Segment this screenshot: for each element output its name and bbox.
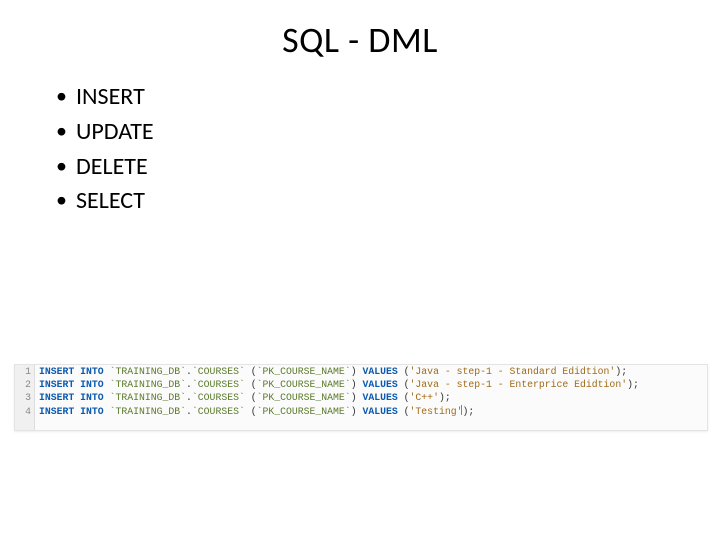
db-identifier: `TRAINING_DB` [110, 366, 186, 377]
keyword-values: VALUES [362, 406, 397, 417]
keyword-insert: INSERT [39, 392, 74, 403]
code-text [35, 418, 708, 430]
keyword-values: VALUES [362, 392, 397, 403]
keyword-into: INTO [80, 392, 104, 403]
table-identifier: `COURSES` [192, 379, 245, 390]
string-literal: 'Testing' [410, 406, 463, 417]
line-number: 2 [15, 378, 35, 391]
db-identifier: `TRAINING_DB` [110, 379, 186, 390]
paren-close: ) [351, 406, 357, 417]
line-number: 3 [15, 391, 35, 404]
paren-close: ) [351, 366, 357, 377]
string-literal: 'Java - step-1 - Standard Edidtion' [410, 366, 616, 377]
keyword-values: VALUES [362, 366, 397, 377]
code-line: 4 INSERT INTO `TRAINING_DB`.`COURSES` (`… [15, 405, 707, 418]
slide: SQL - DML INSERT UPDATE DELETE SELECT 1 … [0, 18, 720, 540]
bullet-item-delete: DELETE [56, 150, 720, 185]
paren-close: ) [351, 379, 357, 390]
code-blank-line [15, 418, 707, 430]
keyword-values: VALUES [362, 379, 397, 390]
code-text: INSERT INTO `TRAINING_DB`.`COURSES` (`PK… [35, 365, 708, 378]
string-literal: 'Java - step-1 - Enterprice Edidtion' [410, 379, 628, 390]
column-identifier: `PK_COURSE_NAME` [257, 406, 351, 417]
keyword-into: INTO [80, 379, 104, 390]
line-number: 4 [15, 405, 35, 418]
terminator: ); [615, 366, 627, 377]
code-line: 1 INSERT INTO `TRAINING_DB`.`COURSES` (`… [15, 365, 707, 378]
bullet-item-update: UPDATE [56, 115, 720, 150]
line-number: 1 [15, 365, 35, 378]
sql-editor: 1 INSERT INTO `TRAINING_DB`.`COURSES` (`… [14, 364, 708, 431]
keyword-into: INTO [80, 366, 104, 377]
code-line: 3 INSERT INTO `TRAINING_DB`.`COURSES` (`… [15, 391, 707, 404]
terminator: ); [462, 406, 474, 417]
page-title: SQL - DML [0, 18, 720, 62]
bullet-list: INSERT UPDATE DELETE SELECT [56, 80, 720, 219]
line-number [15, 418, 35, 430]
keyword-insert: INSERT [39, 366, 74, 377]
bullet-item-select: SELECT [56, 184, 720, 219]
db-identifier: `TRAINING_DB` [110, 392, 186, 403]
table-identifier: `COURSES` [192, 366, 245, 377]
code-text: INSERT INTO `TRAINING_DB`.`COURSES` (`PK… [35, 391, 708, 404]
code-table: 1 INSERT INTO `TRAINING_DB`.`COURSES` (`… [15, 365, 707, 430]
column-identifier: `PK_COURSE_NAME` [257, 379, 351, 390]
string-literal: 'C++' [410, 392, 439, 403]
keyword-insert: INSERT [39, 406, 74, 417]
db-identifier: `TRAINING_DB` [110, 406, 186, 417]
code-text: INSERT INTO `TRAINING_DB`.`COURSES` (`PK… [35, 378, 708, 391]
code-line: 2 INSERT INTO `TRAINING_DB`.`COURSES` (`… [15, 378, 707, 391]
paren-close: ) [351, 392, 357, 403]
keyword-into: INTO [80, 406, 104, 417]
table-identifier: `COURSES` [192, 406, 245, 417]
keyword-insert: INSERT [39, 379, 74, 390]
terminator: ); [439, 392, 451, 403]
terminator: ); [627, 379, 639, 390]
bullet-item-insert: INSERT [56, 80, 720, 115]
code-text: INSERT INTO `TRAINING_DB`.`COURSES` (`PK… [35, 405, 708, 418]
column-identifier: `PK_COURSE_NAME` [257, 392, 351, 403]
column-identifier: `PK_COURSE_NAME` [257, 366, 351, 377]
table-identifier: `COURSES` [192, 392, 245, 403]
